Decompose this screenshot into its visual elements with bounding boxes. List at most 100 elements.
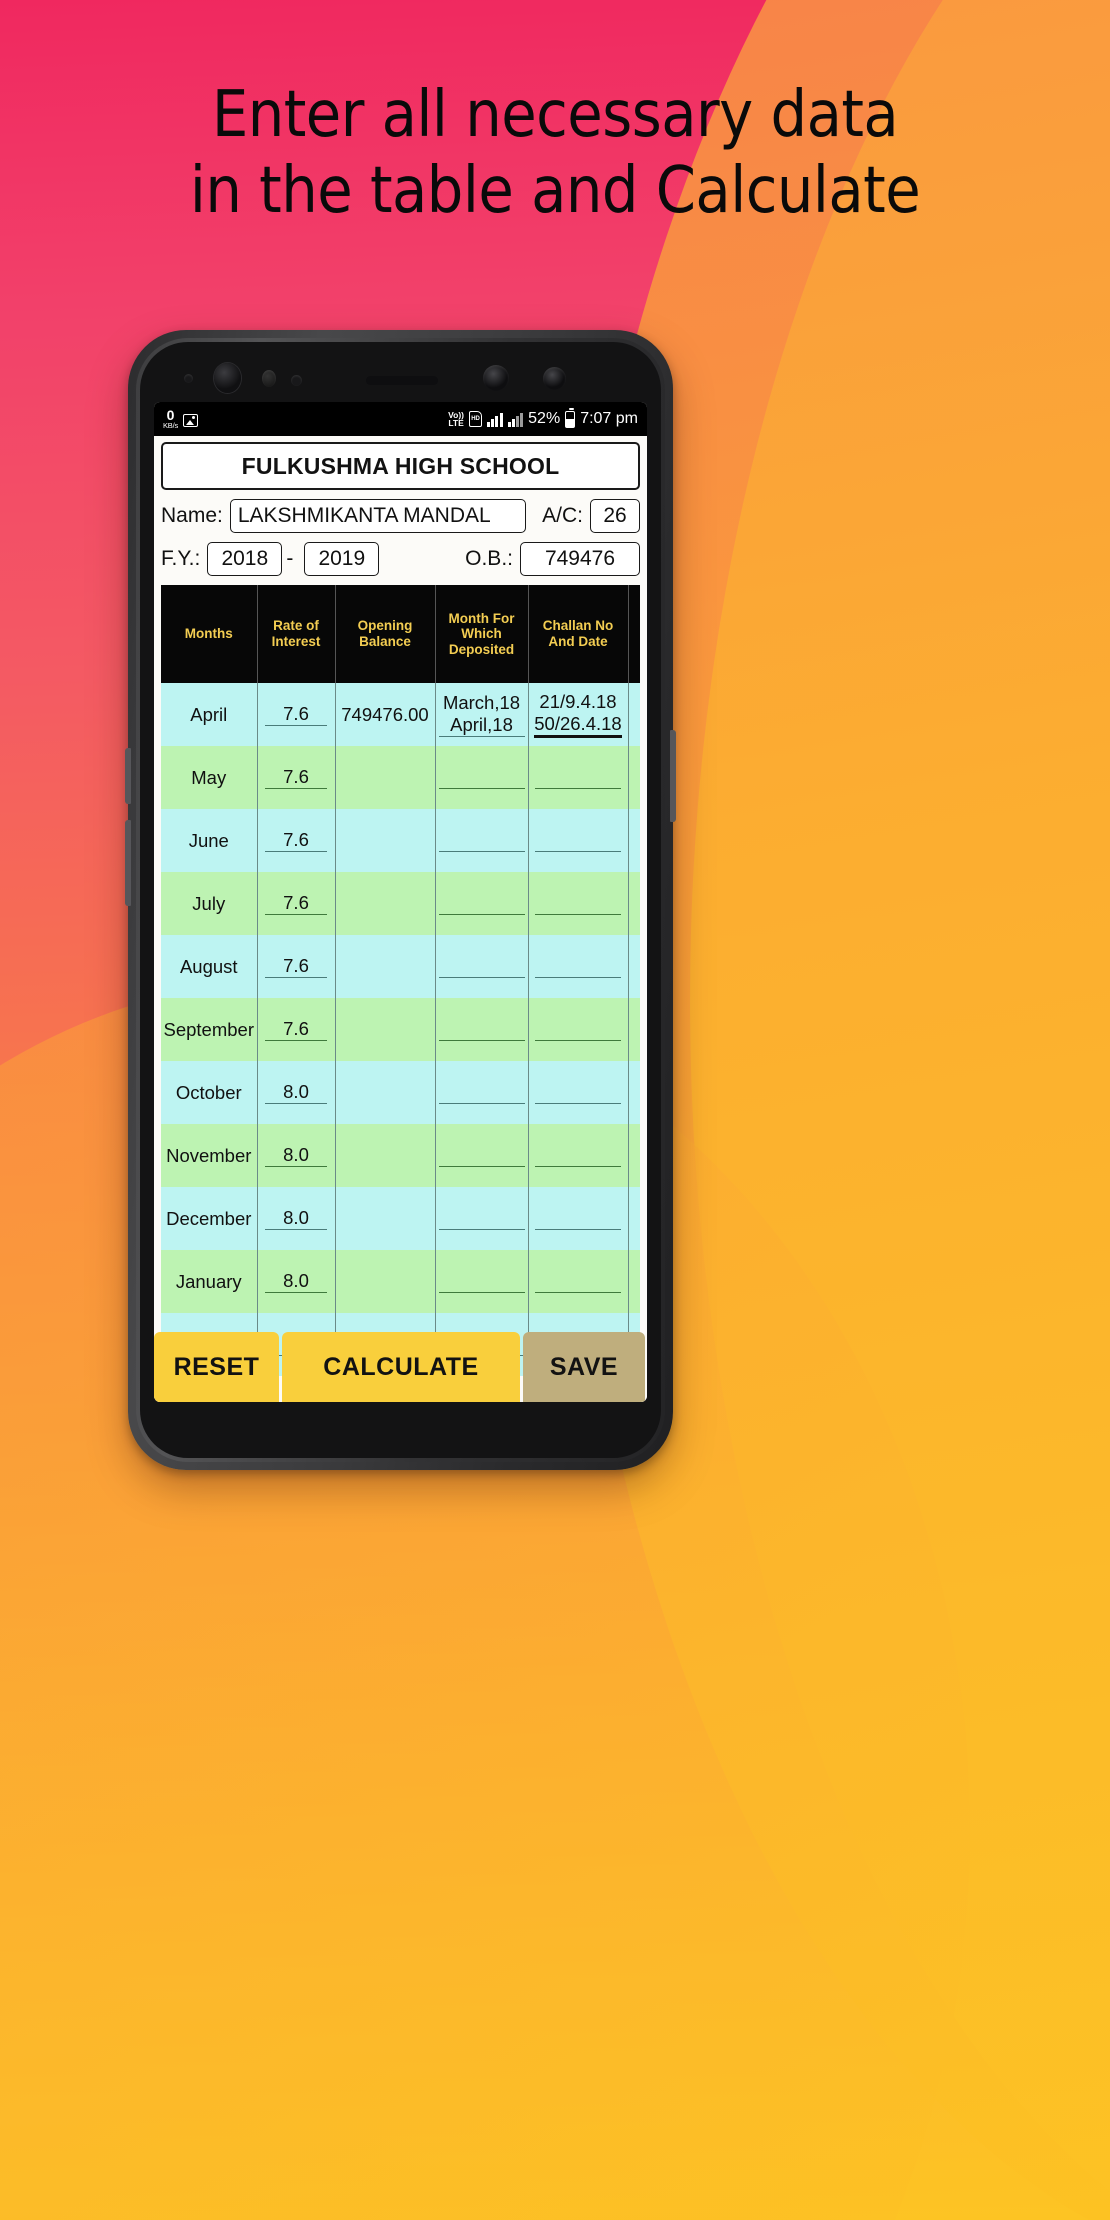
cell-rate[interactable]: 7.6 [257, 746, 336, 809]
cell-deposit-month[interactable] [435, 809, 529, 872]
ledger-table-body: April 7.6 749476.00 March,18 April,18 21/9.4.… [161, 683, 640, 1376]
cell-challan[interactable] [528, 809, 629, 872]
table-row[interactable]: June 7.6 [161, 809, 640, 872]
cell-month[interactable]: January [161, 1250, 258, 1313]
cell-challan[interactable]: 21/9.4.18 50/26.4.18 [528, 683, 629, 746]
cell-deposit-month[interactable] [435, 935, 529, 998]
cell-opening[interactable] [335, 809, 436, 872]
cell-month[interactable]: August [161, 935, 258, 998]
power-button[interactable] [670, 730, 676, 822]
cell-opening-label [382, 1082, 387, 1103]
table-row[interactable]: September 7.6 [161, 998, 640, 1061]
school-name-field[interactable]: FULKUSHMA HIGH SCHOOL [161, 442, 640, 490]
cell-deposit-withdraw[interactable] [628, 872, 640, 935]
table-header-row: Months Rate of Interest Opening Balance … [161, 585, 640, 683]
cell-deposit-withdraw[interactable] [628, 1187, 640, 1250]
volte-bottom-text: LTE [448, 418, 464, 428]
cell-month[interactable]: June [161, 809, 258, 872]
cell-opening[interactable] [335, 1061, 436, 1124]
financial-year-from-input[interactable]: 2018 [207, 542, 283, 576]
table-row[interactable]: December 8.0 [161, 1187, 640, 1250]
cell-deposit-month[interactable] [435, 998, 529, 1061]
cell-challan[interactable] [528, 1061, 629, 1124]
cell-deposit-withdraw[interactable] [628, 998, 640, 1061]
cell-opening[interactable] [335, 1187, 436, 1250]
proximity-sensor-icon [262, 370, 276, 387]
account-input[interactable]: 26 [590, 499, 640, 533]
cell-rate[interactable]: 7.6 [257, 872, 336, 935]
status-bar: 0 KB/s Vo)) LTE HD 52% 7:07 pm [154, 402, 647, 436]
cell-challan[interactable] [528, 998, 629, 1061]
cell-deposit-withdraw[interactable] [628, 1250, 640, 1313]
volume-up-button[interactable] [125, 748, 131, 804]
status-bar-right: Vo)) LTE HD 52% 7:07 pm [448, 407, 638, 428]
volume-down-button[interactable] [125, 820, 131, 906]
cell-rate[interactable]: 7.6 [257, 809, 336, 872]
cell-rate[interactable]: 8.0 [257, 1187, 336, 1250]
cell-rate[interactable]: 7.6 [257, 998, 336, 1061]
cell-opening-label [382, 893, 387, 914]
cell-opening[interactable] [335, 746, 436, 809]
cell-deposit-withdraw[interactable] [628, 746, 640, 809]
cell-deposit-month[interactable] [435, 872, 529, 935]
reset-button[interactable]: RESET [154, 1332, 279, 1402]
table-row[interactable]: April 7.6 749476.00 March,18 April,18 21/9.4.… [161, 683, 640, 746]
financial-year-to-input[interactable]: 2019 [304, 542, 380, 576]
cell-challan[interactable] [528, 746, 629, 809]
table-row[interactable]: November 8.0 [161, 1124, 640, 1187]
table-row[interactable]: May 7.6 [161, 746, 640, 809]
cell-deposit-withdraw[interactable]: 10 [628, 683, 640, 746]
cell-month[interactable]: April [161, 683, 258, 746]
cell-deposit-withdraw[interactable] [628, 809, 640, 872]
cell-month[interactable]: November [161, 1124, 258, 1187]
cell-rate[interactable]: 7.6 [257, 935, 336, 998]
name-account-row: Name: LAKSHMIKANTA MANDAL A/C: 26 [161, 499, 640, 533]
cell-opening[interactable] [335, 1124, 436, 1187]
cell-opening-label: 749476.00 [341, 703, 429, 725]
cell-opening[interactable] [335, 872, 436, 935]
opening-balance-input[interactable]: 749476 [520, 542, 640, 576]
cell-challan[interactable] [528, 1250, 629, 1313]
cell-challan[interactable] [528, 935, 629, 998]
ledger-table-head: Months Rate of Interest Opening Balance … [161, 585, 640, 683]
table-row[interactable]: August 7.6 [161, 935, 640, 998]
cell-rate[interactable]: 8.0 [257, 1250, 336, 1313]
cell-month[interactable]: May [161, 746, 258, 809]
cell-deposit-month[interactable] [435, 1250, 529, 1313]
cell-deposit-month[interactable] [435, 1061, 529, 1124]
cell-deposit-withdraw[interactable] [628, 1061, 640, 1124]
cell-month[interactable]: September [161, 998, 258, 1061]
cell-challan[interactable] [528, 1187, 629, 1250]
cell-deposit-month[interactable] [435, 1124, 529, 1187]
cell-opening[interactable]: 749476.00 [335, 683, 436, 746]
name-input[interactable]: LAKSHMIKANTA MANDAL [229, 499, 527, 533]
cell-deposit-month[interactable] [435, 1187, 529, 1250]
battery-percent-label: 52% [528, 410, 561, 427]
ledger-table: Months Rate of Interest Opening Balance … [161, 585, 640, 1376]
cell-opening[interactable] [335, 1250, 436, 1313]
status-bar-left: 0 KB/s [163, 408, 199, 430]
cell-deposit-withdraw[interactable] [628, 935, 640, 998]
cell-month[interactable]: July [161, 872, 258, 935]
ledger-table-container[interactable]: Months Rate of Interest Opening Balance … [161, 585, 640, 1402]
cell-month[interactable]: October [161, 1061, 258, 1124]
cell-opening[interactable] [335, 998, 436, 1061]
cell-rate[interactable]: 8.0 [257, 1061, 336, 1124]
table-row[interactable]: July 7.6 [161, 872, 640, 935]
cell-opening[interactable] [335, 935, 436, 998]
cell-deposit-month[interactable]: March,18 April,18 [435, 683, 529, 746]
cell-challan[interactable] [528, 1124, 629, 1187]
cell-month-label: November [166, 1144, 252, 1166]
cell-rate[interactable]: 7.6 [257, 683, 336, 746]
cell-rate[interactable]: 8.0 [257, 1124, 336, 1187]
cell-month-label: July [192, 892, 226, 914]
calculate-button[interactable]: CALCULATE [282, 1332, 520, 1402]
cell-deposit-month[interactable] [435, 746, 529, 809]
table-row[interactable]: October 8.0 [161, 1061, 640, 1124]
cell-challan[interactable] [528, 872, 629, 935]
cell-month[interactable]: December [161, 1187, 258, 1250]
cell-deposit-withdraw[interactable] [628, 1124, 640, 1187]
battery-icon [565, 407, 576, 428]
save-button[interactable]: SAVE [523, 1332, 645, 1402]
table-row[interactable]: January 8.0 [161, 1250, 640, 1313]
